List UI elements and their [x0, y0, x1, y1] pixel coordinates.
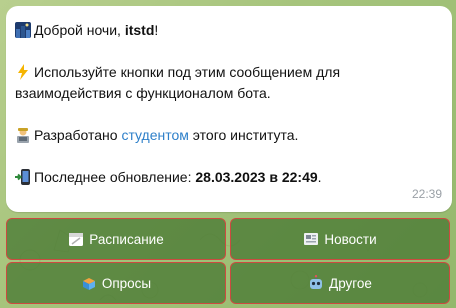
technologist-icon	[17, 128, 29, 143]
bot-message: Доброй ночи, itstd! Используйте кнопки п…	[6, 6, 452, 212]
greeting-suffix: !	[154, 22, 159, 38]
instructions-line: Используйте кнопки под этим сообщением д…	[15, 62, 375, 104]
update-prefix: Последнее обновление:	[34, 169, 196, 185]
message-time: 22:39	[411, 187, 442, 201]
update-value: 28.03.2023 в 22:49	[195, 169, 318, 185]
developer-suffix: этого института.	[188, 127, 299, 143]
night-city-icon	[15, 22, 31, 38]
robot-icon	[310, 275, 323, 289]
greeting-line: Доброй ночи, itstd!	[15, 20, 442, 41]
lightning-icon	[18, 64, 28, 80]
newspaper-icon	[304, 233, 319, 245]
news-button[interactable]: Новости	[230, 218, 450, 260]
developer-prefix: Разработано	[34, 127, 122, 143]
inline-keyboard: Расписание Новости Опросы Другое	[4, 216, 454, 304]
update-suffix: .	[317, 169, 322, 185]
other-label: Другое	[329, 275, 372, 291]
developer-line: Разработано студентом этого института.	[15, 125, 442, 146]
greeting-prefix: Доброй ночи,	[34, 22, 125, 38]
instructions-text: Используйте кнопки под этим сообщением д…	[15, 64, 341, 101]
news-label: Новости	[324, 231, 377, 247]
username: itstd	[124, 22, 155, 38]
ballot-box-icon	[82, 278, 95, 290]
schedule-label: Расписание	[89, 231, 164, 247]
polls-button[interactable]: Опросы	[6, 262, 226, 304]
other-button[interactable]: Другое	[230, 262, 450, 304]
calendar-icon	[69, 233, 84, 246]
update-line: Последнее обновление: 28.03.2023 в 22:49…	[15, 167, 442, 188]
polls-label: Опросы	[101, 275, 152, 291]
schedule-button[interactable]: Расписание	[6, 218, 226, 260]
mobile-arrow-icon	[15, 169, 30, 185]
developer-link[interactable]: студентом	[121, 127, 188, 143]
